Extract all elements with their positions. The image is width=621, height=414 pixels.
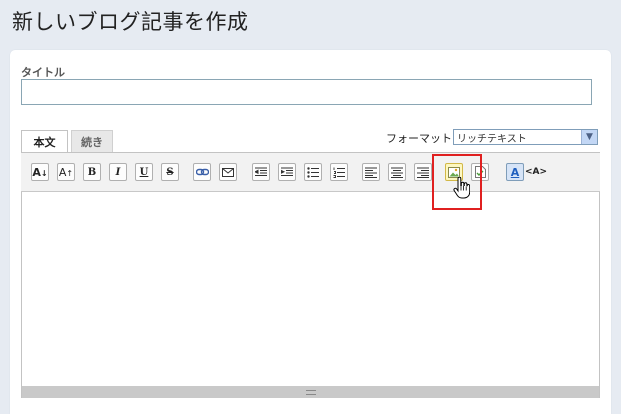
grip-icon xyxy=(305,389,316,395)
format-select-value: リッチテキスト xyxy=(457,133,527,145)
underline-icon: U xyxy=(139,166,149,178)
align-center-button[interactable] xyxy=(388,163,406,181)
tab-continuation[interactable]: 続き xyxy=(71,130,113,152)
font-larger-button[interactable]: A↑ xyxy=(57,163,75,181)
bold-button[interactable]: B xyxy=(83,163,101,181)
strikethrough-icon: S xyxy=(166,166,174,178)
source-mode-button[interactable]: <A> xyxy=(524,163,548,181)
numbered-list-icon xyxy=(333,167,345,178)
chevron-down-icon: ▼ xyxy=(581,130,597,144)
italic-icon: I xyxy=(115,166,121,178)
hand-cursor-icon xyxy=(453,177,470,199)
envelope-icon xyxy=(222,167,234,177)
page-title: 新しいブログ記事を作成 xyxy=(12,10,249,34)
align-right-button[interactable] xyxy=(414,163,432,181)
numbered-list-button[interactable] xyxy=(330,163,348,181)
link-icon xyxy=(195,168,209,176)
text-color-icon: A xyxy=(510,165,520,179)
title-input[interactable] xyxy=(21,79,592,105)
html-source-icon: <A> xyxy=(524,167,548,177)
bullet-list-button[interactable] xyxy=(304,163,322,181)
align-left-icon xyxy=(365,167,377,178)
underline-button[interactable]: U xyxy=(135,163,153,181)
format-select[interactable]: リッチテキスト ▼ xyxy=(453,129,598,145)
editor-resize-handle[interactable] xyxy=(22,386,599,398)
indent-button[interactable] xyxy=(278,163,296,181)
font-smaller-button[interactable]: A↓ xyxy=(31,163,49,181)
tab-body[interactable]: 本文 xyxy=(21,130,68,152)
email-link-button[interactable] xyxy=(219,163,237,181)
format-label: フォーマット: xyxy=(386,132,456,145)
font-larger-icon: A↑ xyxy=(58,165,74,179)
indent-icon xyxy=(281,167,293,176)
align-right-icon xyxy=(417,167,429,178)
outdent-icon xyxy=(255,167,267,176)
title-label: タイトル xyxy=(21,66,65,79)
align-center-icon xyxy=(391,167,403,178)
bold-icon: B xyxy=(87,166,97,178)
font-smaller-icon: A↓ xyxy=(32,165,48,179)
bullet-list-icon xyxy=(307,166,319,178)
link-button[interactable] xyxy=(193,163,211,181)
outdent-button[interactable] xyxy=(252,163,270,181)
strikethrough-button[interactable]: S xyxy=(161,163,179,181)
text-color-button[interactable]: A xyxy=(506,163,524,181)
italic-button[interactable]: I xyxy=(109,163,127,181)
align-left-button[interactable] xyxy=(362,163,380,181)
